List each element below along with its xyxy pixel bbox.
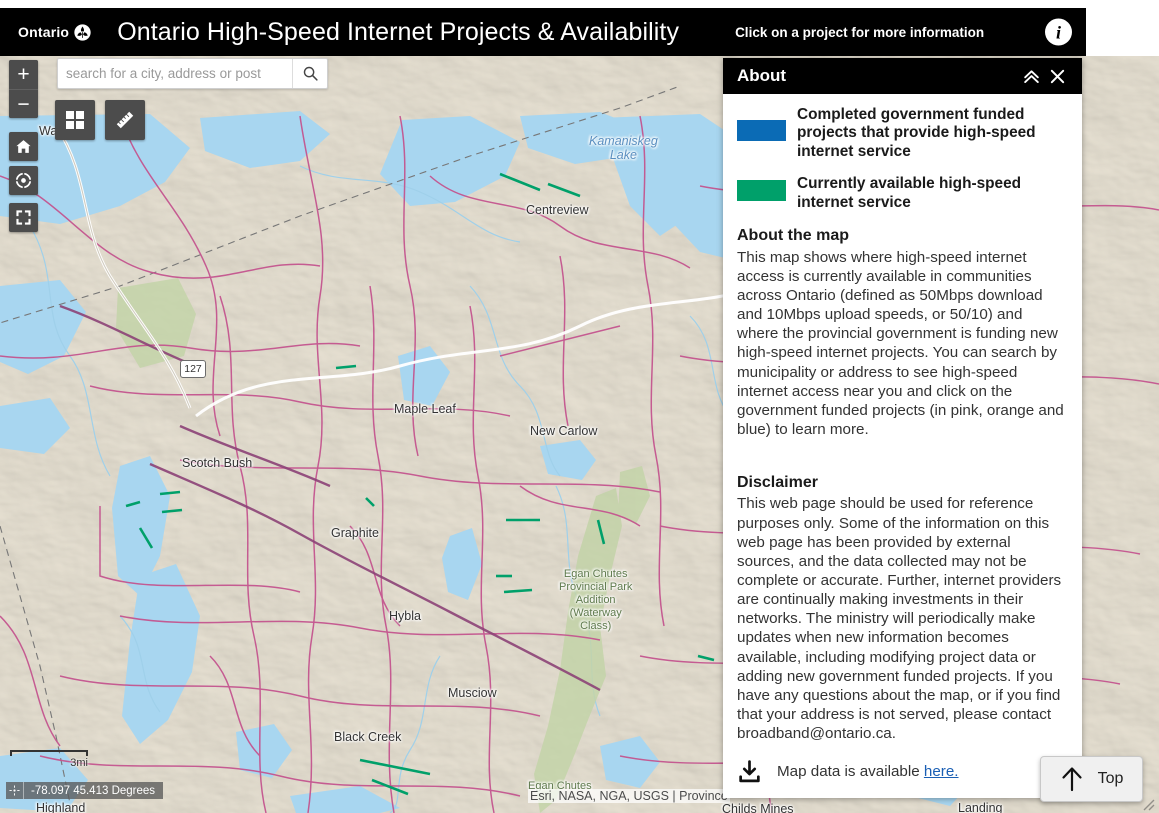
legend-item-currently-available: Currently available high-speed internet … <box>737 175 1066 212</box>
about-panel-body[interactable]: Completed government funded projects tha… <box>723 94 1082 744</box>
fullscreen-button[interactable] <box>9 203 38 232</box>
home-button[interactable] <box>9 132 38 161</box>
search-icon <box>303 66 318 81</box>
ontario-brand[interactable]: Ontario <box>18 23 91 41</box>
brand-label: Ontario <box>18 24 70 40</box>
map-data-label: Map data is available <box>777 763 924 780</box>
arrow-up-icon <box>1061 767 1082 792</box>
about-close-button[interactable] <box>1044 63 1070 89</box>
app-header: Ontario Ontario High-Speed Internet Proj… <box>0 8 1086 56</box>
scroll-to-top-label: Top <box>1097 770 1124 787</box>
map-attribution: Esri, NASA, NGA, USGS | Province <box>528 789 730 803</box>
page-title: Ontario High-Speed Internet Projects & A… <box>117 17 680 46</box>
map-data-link[interactable]: here. <box>924 763 959 780</box>
crosshair-icon <box>6 782 24 799</box>
scale-bar-line <box>10 750 88 756</box>
map-data-footer-text: Map data is available here. <box>777 763 959 780</box>
scale-bar-label: 3mi <box>70 757 88 769</box>
disclaimer-heading: Disclaimer <box>737 474 818 492</box>
zoom-in-button[interactable]: + <box>9 60 38 89</box>
info-button[interactable]: i <box>1045 18 1072 46</box>
highway-number: 127 <box>184 363 202 375</box>
legend-label: Currently available high-speed internet … <box>797 175 1022 211</box>
coordinate-display[interactable]: -78.097 45.413 Degrees <box>6 782 164 799</box>
zoom-out-button[interactable]: − <box>9 89 38 118</box>
about-the-map-heading: About the map <box>737 227 849 245</box>
legend-item-completed-projects: Completed government funded projects tha… <box>737 106 1066 161</box>
legend-swatch-blue <box>737 120 786 141</box>
scale-bar: 3mi <box>10 750 88 769</box>
search-submit-button[interactable] <box>292 59 327 88</box>
home-icon <box>16 140 31 153</box>
basemap-gallery-button[interactable] <box>55 100 95 140</box>
coordinate-text: -78.097 45.413 Degrees <box>31 784 156 797</box>
about-the-map-body: This map shows where high-speed internet… <box>737 248 1064 438</box>
scroll-to-top-button[interactable]: Top <box>1040 756 1143 802</box>
about-panel-header: About <box>723 58 1082 94</box>
chevron-double-up-icon <box>1023 69 1039 83</box>
measure-ruler-icon <box>115 110 135 130</box>
close-icon <box>1050 69 1064 83</box>
about-panel: About Completed government funded projec… <box>723 58 1082 798</box>
trillium-icon <box>74 23 91 41</box>
disclaimer-body: This web page should be used for referen… <box>737 495 1062 743</box>
search-bar[interactable] <box>57 58 328 89</box>
zoom-controls[interactable]: + − <box>9 60 38 118</box>
locate-icon <box>14 171 33 190</box>
search-input[interactable] <box>58 59 292 88</box>
highway-shield-icon: 127 <box>180 360 206 378</box>
header-hint-text: Click on a project for more information <box>735 24 985 40</box>
legend-swatch-green <box>737 180 786 202</box>
download-icon <box>737 759 763 784</box>
about-panel-footer: Map data is available here. <box>723 744 1082 798</box>
measure-button[interactable] <box>105 100 145 140</box>
about-collapse-button[interactable] <box>1018 63 1044 89</box>
info-icon: i <box>1055 22 1061 42</box>
locate-button[interactable] <box>9 166 38 195</box>
fullscreen-icon <box>16 210 31 225</box>
basemap-gallery-icon <box>66 111 84 129</box>
legend-label: Completed government funded projects tha… <box>797 106 1036 160</box>
about-panel-title: About <box>737 66 787 85</box>
resize-grip-icon[interactable] <box>1141 797 1155 811</box>
application-root: Centreview Kamaniskeg Lake Maple Leaf New C… <box>0 0 1159 813</box>
